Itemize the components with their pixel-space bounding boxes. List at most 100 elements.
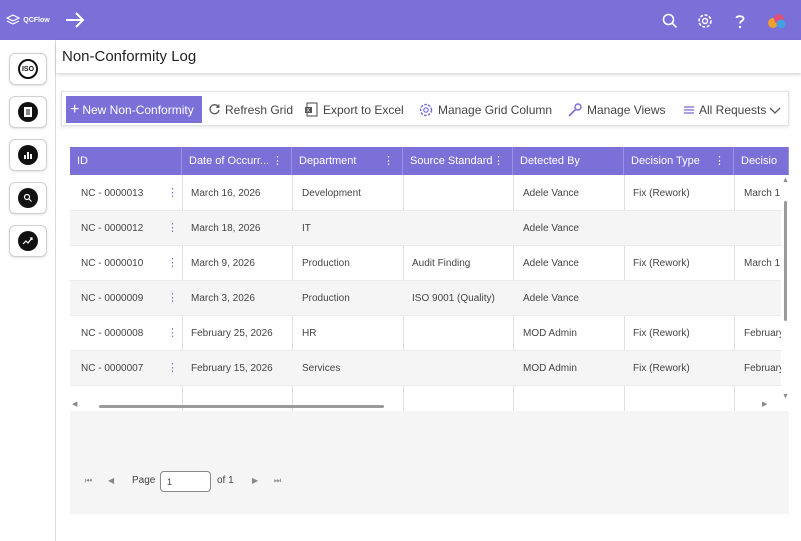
- search-icon[interactable]: [661, 12, 679, 30]
- cell-decision: [733, 281, 781, 316]
- plus-icon: +: [70, 100, 80, 118]
- cell-decision: March 1: [744, 188, 781, 199]
- cell-source-standard: [401, 316, 512, 351]
- cell-detected-by: MOD Admin: [523, 363, 577, 374]
- cell-source-standard: Audit Finding: [412, 258, 471, 269]
- svg-text:X: X: [306, 108, 310, 114]
- cell-decision: March 1: [744, 258, 781, 269]
- table-row[interactable]: NC - 0000013 ⋮ March 16, 2026 Developmen…: [70, 176, 781, 211]
- cell-decision-type: Fix (Rework): [633, 258, 690, 269]
- cell-decision: [733, 211, 781, 246]
- refresh-icon: [209, 104, 220, 115]
- column-menu-icon[interactable]: ⋮: [714, 154, 725, 168]
- horizontal-scrollbar[interactable]: ◀ ▶: [70, 400, 781, 411]
- help-icon[interactable]: [731, 12, 749, 30]
- first-page-icon[interactable]: ⏮: [85, 476, 92, 486]
- refresh-grid-button[interactable]: Refresh Grid: [208, 96, 293, 123]
- view-selector[interactable]: All Requests: [683, 96, 785, 123]
- column-header-source-standard[interactable]: Source Standard ⋮: [403, 147, 513, 175]
- column-header-department[interactable]: Department ⋮: [292, 147, 403, 175]
- column-header-decision[interactable]: Decisio: [734, 147, 789, 175]
- gear-icon[interactable]: [696, 12, 714, 30]
- cell-department: Development: [302, 188, 361, 199]
- vertical-scroll-thumb[interactable]: [784, 201, 787, 321]
- cell-detected-by: MOD Admin: [523, 328, 577, 339]
- arrow-right-icon[interactable]: [64, 10, 86, 30]
- cell-department: Production: [302, 258, 350, 269]
- scroll-right-icon[interactable]: ▶: [762, 400, 767, 408]
- cell-decision-type: [622, 281, 733, 316]
- document-icon: [18, 102, 38, 122]
- cell-date: March 16, 2026: [191, 188, 261, 199]
- cell-date: March 18, 2026: [191, 223, 261, 234]
- row-menu-icon[interactable]: ⋮: [167, 327, 178, 340]
- cell-decision: February: [744, 328, 781, 339]
- cell-department: Services: [302, 363, 341, 374]
- rail-item-search[interactable]: [9, 182, 47, 214]
- logo-icon: [6, 14, 21, 25]
- table-row[interactable]: NC - 0000010 ⋮ March 9, 2026 Production …: [70, 246, 781, 281]
- column-header-detected-by[interactable]: Detected By: [513, 147, 624, 175]
- table-row[interactable]: NC - 0000007 ⋮ February 15, 2026 Service…: [70, 351, 781, 386]
- next-page-icon[interactable]: ▶: [252, 476, 258, 485]
- iso-icon: ISO: [18, 59, 38, 79]
- logo-text: QCFlow: [23, 16, 50, 24]
- table-row[interactable]: NC - 0000009 ⋮ March 3, 2026 Production …: [70, 281, 781, 316]
- cell-decision-type: Fix (Rework): [633, 188, 690, 199]
- column-header-date[interactable]: Date of Occurr... ⋮: [182, 147, 292, 175]
- refresh-button-label: Refresh Grid: [225, 102, 294, 117]
- column-menu-icon[interactable]: ⋮: [383, 154, 394, 168]
- bar-chart-icon: [18, 145, 38, 165]
- left-rail: QCFlow ISO: [0, 0, 56, 541]
- cell-source-standard: [401, 176, 512, 211]
- manage-views-button[interactable]: Manage Views: [567, 96, 666, 123]
- page-number-input[interactable]: 1: [160, 471, 211, 492]
- cell-id: NC - 0000013: [81, 188, 144, 199]
- top-bar: [56, 0, 801, 40]
- cell-source-standard: ISO 9001 (Quality): [412, 293, 495, 304]
- row-menu-icon[interactable]: ⋮: [167, 257, 178, 270]
- manage-grid-column-button[interactable]: Manage Grid Column: [418, 96, 552, 123]
- row-menu-icon[interactable]: ⋮: [167, 362, 178, 375]
- scroll-up-icon[interactable]: ▲: [782, 177, 789, 184]
- column-header-id[interactable]: ID: [70, 147, 182, 175]
- new-non-conformity-button[interactable]: + New Non-Conformity: [66, 96, 202, 123]
- scroll-down-icon[interactable]: ▼: [782, 393, 789, 400]
- rail-item-analytics[interactable]: [9, 225, 47, 257]
- last-page-icon[interactable]: ⏭: [274, 476, 281, 486]
- scroll-left-icon[interactable]: ◀: [72, 400, 77, 408]
- title-bar: Non-Conformity Log: [56, 40, 801, 73]
- horizontal-scroll-thumb[interactable]: [99, 405, 384, 408]
- rail-item-reports[interactable]: [9, 139, 47, 171]
- grid-header: ID Date of Occurr... ⋮ Department ⋮ Source…: [70, 147, 789, 175]
- row-menu-icon[interactable]: ⋮: [167, 292, 178, 305]
- cell-detected-by: Adele Vance: [523, 258, 579, 269]
- column-menu-icon[interactable]: ⋮: [272, 154, 283, 168]
- app-logo[interactable]: QCFlow: [0, 0, 56, 40]
- column-menu-icon[interactable]: ⋮: [493, 154, 504, 168]
- row-menu-icon[interactable]: ⋮: [167, 187, 178, 200]
- cell-decision-type: [622, 211, 733, 246]
- row-menu-icon[interactable]: ⋮: [167, 222, 178, 235]
- cell-department: Production: [302, 293, 350, 304]
- grid-panel: ID Date of Occurr... ⋮ Department ⋮ Source…: [70, 147, 789, 514]
- previous-page-icon[interactable]: ◀: [108, 476, 114, 485]
- cell-decision-type: Fix (Rework): [633, 328, 690, 339]
- page-title: Non-Conformity Log: [62, 48, 197, 65]
- toolbar: + New Non-Conformity Refresh Grid X Expo…: [61, 91, 789, 126]
- export-button-label: Export to Excel: [323, 102, 404, 117]
- table-row[interactable]: NC - 0000008 ⋮ February 25, 2026 HR MOD …: [70, 316, 781, 351]
- rail-item-documents[interactable]: [9, 96, 47, 128]
- cell-date: February 25, 2026: [191, 328, 273, 339]
- apps-icon[interactable]: [766, 12, 788, 30]
- page-count-label: of 1: [217, 475, 234, 486]
- wrench-icon: [568, 102, 582, 117]
- cell-id: NC - 0000008: [81, 328, 144, 339]
- page-label: Page: [132, 475, 156, 486]
- rail-item-iso[interactable]: ISO: [9, 53, 47, 85]
- export-excel-button[interactable]: X Export to Excel: [304, 96, 404, 123]
- vertical-scrollbar[interactable]: ▲ ▼: [781, 175, 789, 411]
- cell-date: March 3, 2026: [191, 293, 255, 304]
- column-header-decision-type[interactable]: Decision Type ⋮: [624, 147, 734, 175]
- table-row[interactable]: NC - 0000012 ⋮ March 18, 2026 IT Adele V…: [70, 211, 781, 246]
